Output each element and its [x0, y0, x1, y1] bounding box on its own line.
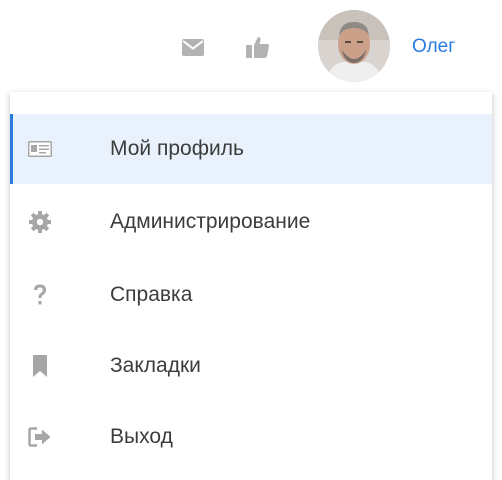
- menu-item-label: Справка: [110, 283, 193, 306]
- bookmark-icon: [26, 352, 54, 380]
- menu-item-administration[interactable]: Администрирование: [10, 187, 492, 257]
- user-name-link[interactable]: Олег: [412, 36, 455, 58]
- menu-item-label: Закладки: [110, 354, 201, 377]
- top-bar: Олег: [0, 0, 502, 92]
- sign-out-icon: [26, 423, 54, 451]
- menu-item-label: Выход: [110, 425, 173, 448]
- user-dropdown-menu: Мой профиль Администрирование Справка За…: [10, 92, 492, 480]
- question-mark-icon: [26, 281, 54, 309]
- menu-item-help[interactable]: Справка: [10, 260, 492, 330]
- menu-item-bookmarks[interactable]: Закладки: [10, 331, 492, 401]
- menu-item-profile[interactable]: Мой профиль: [10, 114, 492, 184]
- avatar[interactable]: [318, 10, 390, 82]
- id-card-icon: [26, 135, 54, 163]
- menu-item-label: Администрирование: [110, 210, 311, 233]
- thumbs-up-icon[interactable]: [245, 34, 271, 60]
- gear-icon: [26, 208, 54, 236]
- menu-item-label: Мой профиль: [110, 137, 244, 160]
- envelope-icon[interactable]: [180, 34, 206, 60]
- menu-item-logout[interactable]: Выход: [10, 402, 492, 472]
